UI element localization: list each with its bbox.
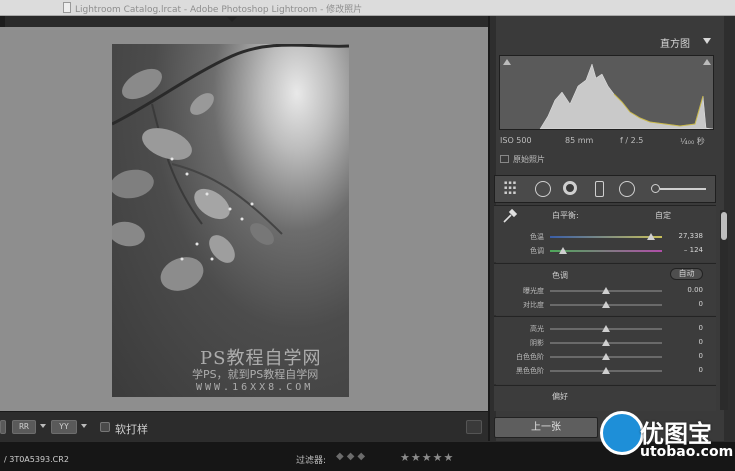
tone-slider-thumb[interactable]: [602, 301, 610, 308]
scrollbar-thumb[interactable]: [721, 212, 727, 240]
soft-proof-label: 软打样: [115, 423, 148, 436]
iso-readout: ISO 500: [500, 136, 532, 145]
flag-filter-icons[interactable]: ◆◆◆: [336, 451, 368, 462]
image-workspace[interactable]: PS教程自学网 学PS，就到PS教程自学网 WWW.16XX8.COM: [0, 27, 488, 411]
window-title: Lightroom Catalog.lrcat - Adobe Photosho…: [75, 5, 363, 15]
aperture-readout: f / 2.5: [620, 136, 644, 145]
crop-grid-icon[interactable]: ▪▪▪ ▪▪▪ ▪▪▪: [504, 181, 520, 197]
highlight-clipping-icon[interactable]: [703, 59, 711, 65]
presence-slider-thumb[interactable]: [602, 325, 610, 332]
spot-removal-icon[interactable]: [535, 181, 551, 197]
photo-preview[interactable]: PS教程自学网 学PS，就到PS教程自学网 WWW.16XX8.COM: [112, 44, 349, 397]
tone-label: 对比度: [523, 301, 544, 309]
star-rating-filter[interactable]: ★★★★★: [400, 451, 454, 464]
graduated-filter-icon[interactable]: [595, 181, 604, 197]
presence-label: 阴影: [530, 339, 544, 347]
temp-label: 色温: [530, 233, 544, 241]
before-after-caret-icon[interactable]: [40, 424, 46, 428]
toolbar-menu-button[interactable]: [466, 420, 482, 434]
presence-slider-thumb[interactable]: [602, 339, 610, 346]
tone-title: 色调: [552, 271, 568, 280]
presence-value[interactable]: 0: [663, 352, 703, 360]
histogram-curve: [539, 63, 714, 130]
presence-label: 白色色阶: [516, 353, 544, 361]
white-balance-select[interactable]: 自定: [655, 210, 671, 221]
previous-button[interactable]: 上一张: [494, 417, 598, 438]
white-balance-label: 白平衡:: [552, 211, 579, 220]
presence-value[interactable]: 0: [663, 324, 703, 332]
histogram-collapse-icon[interactable]: [703, 38, 711, 44]
swap-settings-caret-icon[interactable]: [81, 424, 87, 428]
presence-title: 偏好: [552, 392, 568, 401]
logo-url: utobao.com: [640, 444, 734, 460]
adjustment-brush-icon[interactable]: [651, 184, 660, 193]
shutter-readout: ¹⁄₄₀₀ 秒: [680, 137, 705, 146]
presence-label: 黑色色阶: [516, 367, 544, 375]
auto-tone-button[interactable]: 自动: [670, 268, 703, 280]
filter-label: 过滤器:: [296, 456, 327, 466]
presence-slider-thumb[interactable]: [602, 367, 610, 374]
presence-value[interactable]: 0: [663, 338, 703, 346]
bottom-toolbar: RR YY 软打样: [0, 411, 488, 441]
red-eye-icon[interactable]: [563, 181, 577, 195]
histogram-graph[interactable]: [499, 55, 714, 130]
temp-slider[interactable]: [550, 236, 662, 238]
temp-value[interactable]: 27,338: [663, 232, 704, 240]
panel-scrollbar[interactable]: [720, 210, 728, 410]
presence-label: 高光: [530, 325, 544, 333]
radial-filter-icon[interactable]: [619, 181, 635, 197]
collapse-top-panel-icon[interactable]: [227, 17, 237, 22]
tint-label: 色调: [530, 247, 544, 255]
eyedropper-icon[interactable]: [502, 208, 518, 224]
presence-value[interactable]: 0: [663, 366, 703, 374]
window-title-bar: Lightroom Catalog.lrcat - Adobe Photosho…: [0, 0, 735, 16]
adjustment-brush-track[interactable]: [660, 188, 706, 190]
focal-length-readout: 85 mm: [565, 136, 594, 145]
shadow-clipping-icon[interactable]: [503, 59, 511, 65]
watermark-subtitle: 学PS，就到PS教程自学网: [192, 368, 319, 381]
view-mode-button[interactable]: [0, 420, 6, 434]
tint-value[interactable]: – 124: [663, 246, 703, 254]
logo-mark-icon: [600, 411, 644, 455]
tone-value[interactable]: 0.00: [663, 286, 703, 294]
original-photo-label[interactable]: 原始照片: [513, 154, 545, 165]
site-logo: 优图宝 utobao.com: [598, 408, 735, 471]
tone-label: 曝光度: [523, 287, 544, 295]
current-file-name[interactable]: / 3T0A5393.CR2: [4, 455, 69, 464]
swap-settings-button[interactable]: YY: [51, 420, 77, 434]
presence-slider-thumb[interactable]: [602, 353, 610, 360]
tone-value[interactable]: 0: [663, 300, 703, 308]
histogram-title[interactable]: 直方图: [660, 35, 690, 50]
soft-proof-checkbox[interactable]: [100, 422, 110, 432]
before-after-button[interactable]: RR: [12, 420, 36, 434]
watermark-url: WWW.16XX8.COM: [196, 382, 314, 393]
tone-slider-thumb[interactable]: [602, 287, 610, 294]
document-icon: [63, 2, 71, 13]
temp-slider-thumb[interactable]: [646, 233, 655, 240]
tint-slider-thumb[interactable]: [559, 247, 568, 254]
original-photo-icon[interactable]: [500, 155, 509, 163]
